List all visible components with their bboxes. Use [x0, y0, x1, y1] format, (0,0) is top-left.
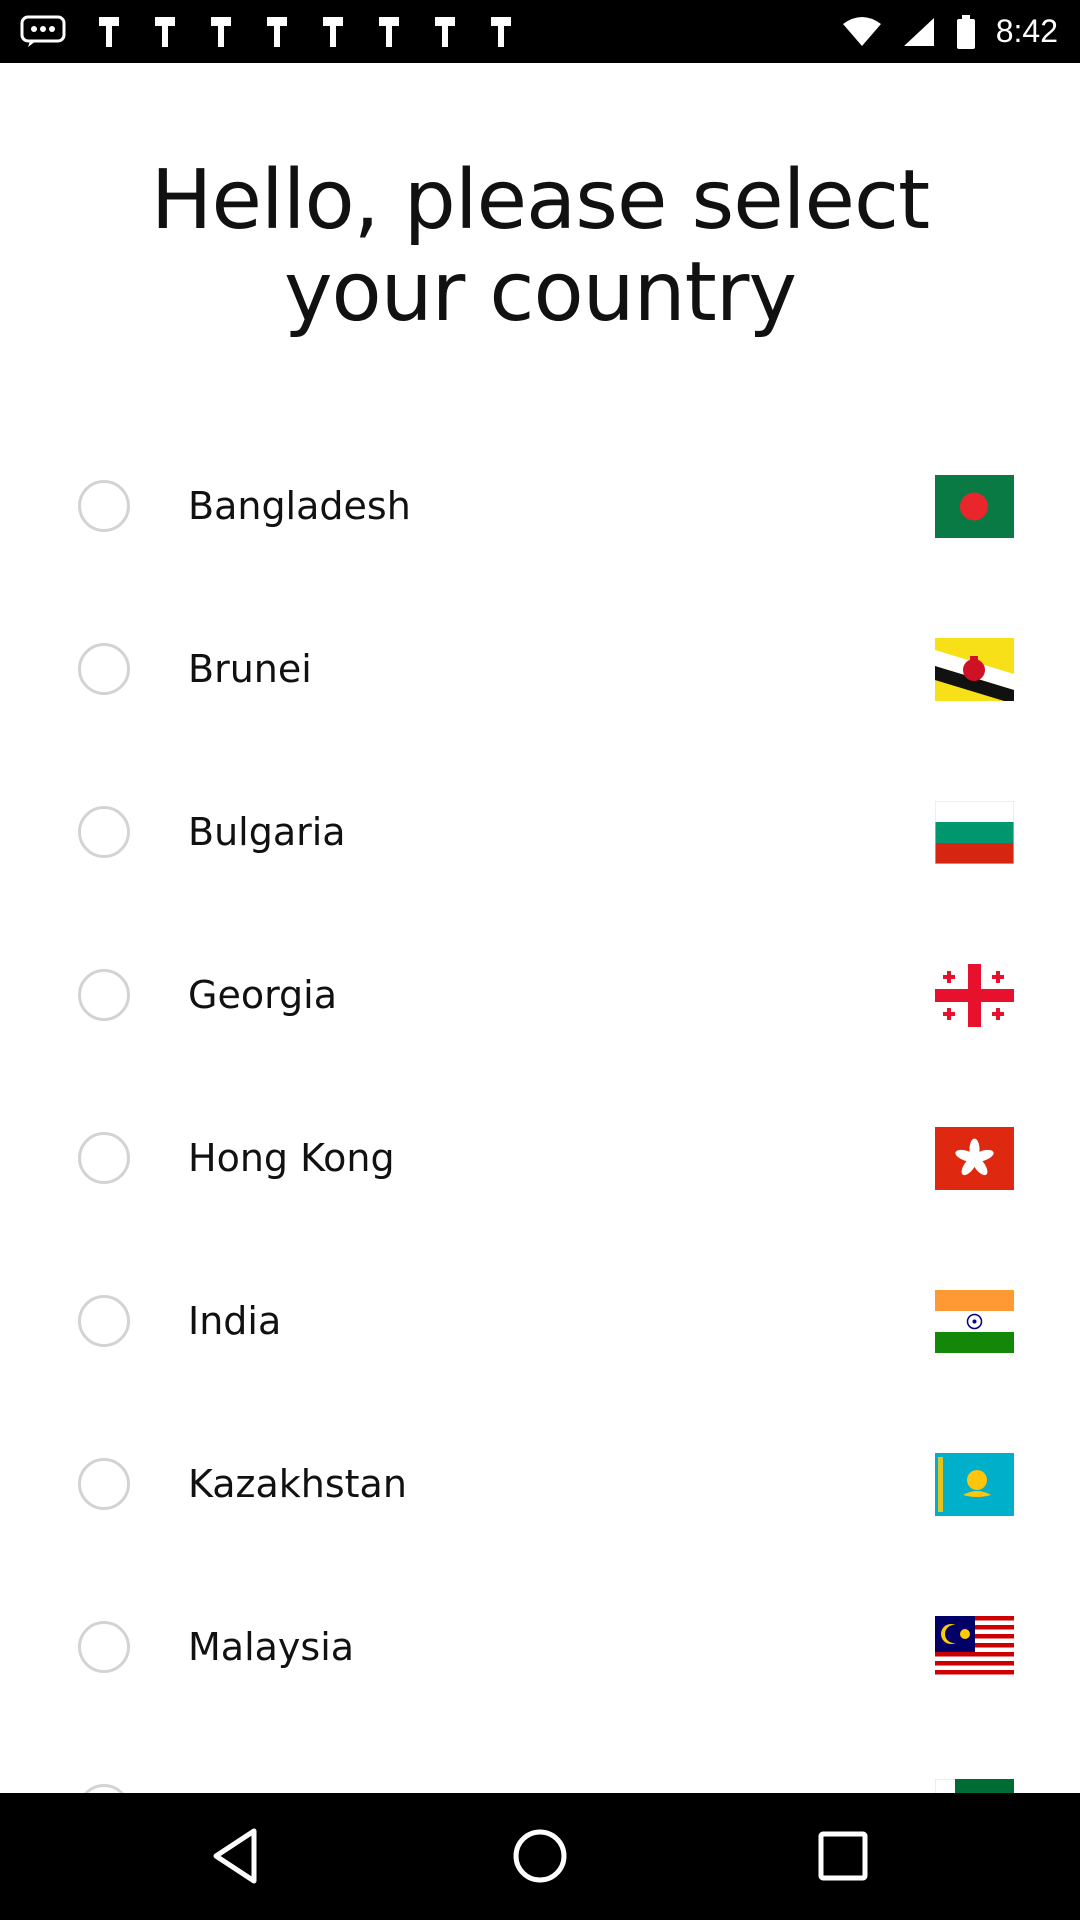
list-item-bangladesh[interactable]: Bangladesh	[0, 425, 1080, 588]
list-item-malaysia[interactable]: Malaysia	[0, 1566, 1080, 1729]
radio-button[interactable]	[78, 806, 130, 858]
radio-button[interactable]	[78, 1784, 130, 1793]
radio-button[interactable]	[78, 1458, 130, 1510]
list-item-india[interactable]: India	[0, 1240, 1080, 1403]
radio-button[interactable]	[78, 969, 130, 1021]
navigation-bar	[0, 1793, 1080, 1920]
kazakhstan-flag-icon	[935, 1453, 1014, 1516]
home-button[interactable]	[505, 1821, 575, 1891]
georgia-flag-icon	[935, 964, 1014, 1027]
radio-button[interactable]	[78, 1132, 130, 1184]
country-label: Hong Kong	[188, 1136, 395, 1180]
radio-button[interactable]	[78, 643, 130, 695]
bulgaria-flag-icon	[935, 801, 1014, 864]
list-item-georgia[interactable]: Georgia	[0, 914, 1080, 1077]
country-label: India	[188, 1299, 282, 1343]
back-icon	[213, 1828, 257, 1884]
country-label: Malaysia	[188, 1625, 355, 1669]
country-label: Brunei	[188, 647, 312, 691]
home-icon	[513, 1829, 567, 1883]
country-list[interactable]: Bangladesh Brunei Bulgaria Georgia Hong …	[0, 0, 1080, 1793]
brunei-flag-icon	[935, 638, 1014, 701]
list-item-partial[interactable]	[0, 1729, 1080, 1793]
list-item-brunei[interactable]: Brunei	[0, 588, 1080, 751]
bangladesh-flag-icon	[935, 475, 1014, 538]
country-label: Bangladesh	[188, 484, 411, 528]
india-flag-icon	[935, 1290, 1014, 1353]
country-label: Bulgaria	[188, 810, 346, 854]
country-label: Georgia	[188, 973, 337, 1017]
hong-kong-flag-icon	[935, 1127, 1014, 1190]
radio-button[interactable]	[78, 1295, 130, 1347]
country-label: Kazakhstan	[188, 1462, 407, 1506]
recents-button[interactable]	[808, 1821, 878, 1891]
radio-button[interactable]	[78, 1621, 130, 1673]
list-item-bulgaria[interactable]: Bulgaria	[0, 751, 1080, 914]
radio-button[interactable]	[78, 480, 130, 532]
list-item-kazakhstan[interactable]: Kazakhstan	[0, 1403, 1080, 1566]
partial-flag-icon	[935, 1779, 1014, 1793]
malaysia-flag-icon	[935, 1616, 1014, 1679]
list-item-hong-kong[interactable]: Hong Kong	[0, 1077, 1080, 1240]
back-button[interactable]	[202, 1821, 272, 1891]
recents-icon	[818, 1831, 868, 1881]
